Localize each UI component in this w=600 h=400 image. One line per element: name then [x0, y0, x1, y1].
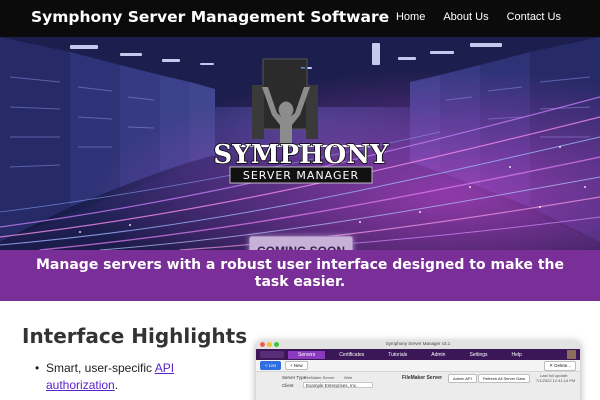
nav-contact-link[interactable]: Contact Us	[507, 11, 561, 23]
menu-help[interactable]: Help	[502, 351, 532, 359]
server-type-alt[interactable]: Web	[344, 375, 352, 380]
top-navbar: Symphony Server Management Software Home…	[0, 0, 600, 37]
hero-section: SYMPHONY SERVER MANAGER COMING SOON	[0, 37, 600, 250]
server-form: Server Type FileMaker Server Web Client …	[256, 372, 580, 400]
menu-tutorials[interactable]: Tutorials	[378, 351, 417, 359]
main-nav: Home About Us Contact Us	[396, 11, 561, 23]
menu-servers[interactable]: Servers	[288, 350, 326, 359]
logo-subtext: SERVER MANAGER	[243, 169, 359, 182]
list-item-text: Smart, user-specific	[46, 361, 155, 375]
nav-about-link[interactable]: About Us	[443, 11, 488, 23]
section-heading: Interface Highlights	[22, 324, 248, 348]
list-button[interactable]: < List	[260, 361, 281, 370]
menu-settings[interactable]: Settings	[459, 351, 497, 359]
menu-admin[interactable]: Admin	[421, 351, 455, 359]
hero-background-image: SYMPHONY SERVER MANAGER	[0, 37, 600, 250]
highlights-list: Smart, user-specific API authorization.	[35, 360, 246, 394]
user-avatar[interactable]	[567, 350, 576, 359]
menu-certificates[interactable]: Certificates	[329, 351, 374, 359]
last-update-value: 7/1/2022 12:41:14 PM	[536, 378, 576, 383]
app-screenshot-window: Symphony Server Manager v3.1 Servers Cer…	[256, 340, 580, 400]
new-button[interactable]: + New	[284, 361, 308, 370]
logo-text: SYMPHONY	[213, 140, 389, 170]
app-logo-icon	[260, 351, 284, 358]
server-type-label: Server Type	[282, 375, 307, 380]
admin-api-button[interactable]: Admin API	[448, 374, 477, 383]
coming-soon-button[interactable]: COMING SOON	[249, 236, 353, 250]
window-titlebar: Symphony Server Manager v3.1	[256, 340, 580, 349]
window-title: Symphony Server Manager v3.1	[385, 341, 451, 346]
app-toolbar: < List + New ✕ Delete...	[256, 360, 580, 372]
delete-button[interactable]: ✕ Delete...	[544, 360, 576, 371]
app-menubar: Servers Certificates Tutorials Admin Set…	[256, 349, 580, 360]
site-brand-title[interactable]: Symphony Server Management Software	[31, 8, 389, 26]
client-field[interactable]: Example Enterprises, Inc.	[303, 382, 373, 388]
client-label: Client	[282, 383, 294, 388]
list-item-suffix: .	[114, 378, 119, 392]
list-item: Smart, user-specific API authorization.	[35, 360, 246, 394]
nav-home-link[interactable]: Home	[396, 11, 425, 23]
server-type-value[interactable]: FileMaker Server	[304, 375, 334, 380]
refresh-button[interactable]: Refresh All Server Data	[478, 374, 530, 383]
server-panel-title: FileMaker Server	[402, 375, 443, 381]
tagline-banner: Manage servers with a robust user interf…	[0, 250, 600, 301]
